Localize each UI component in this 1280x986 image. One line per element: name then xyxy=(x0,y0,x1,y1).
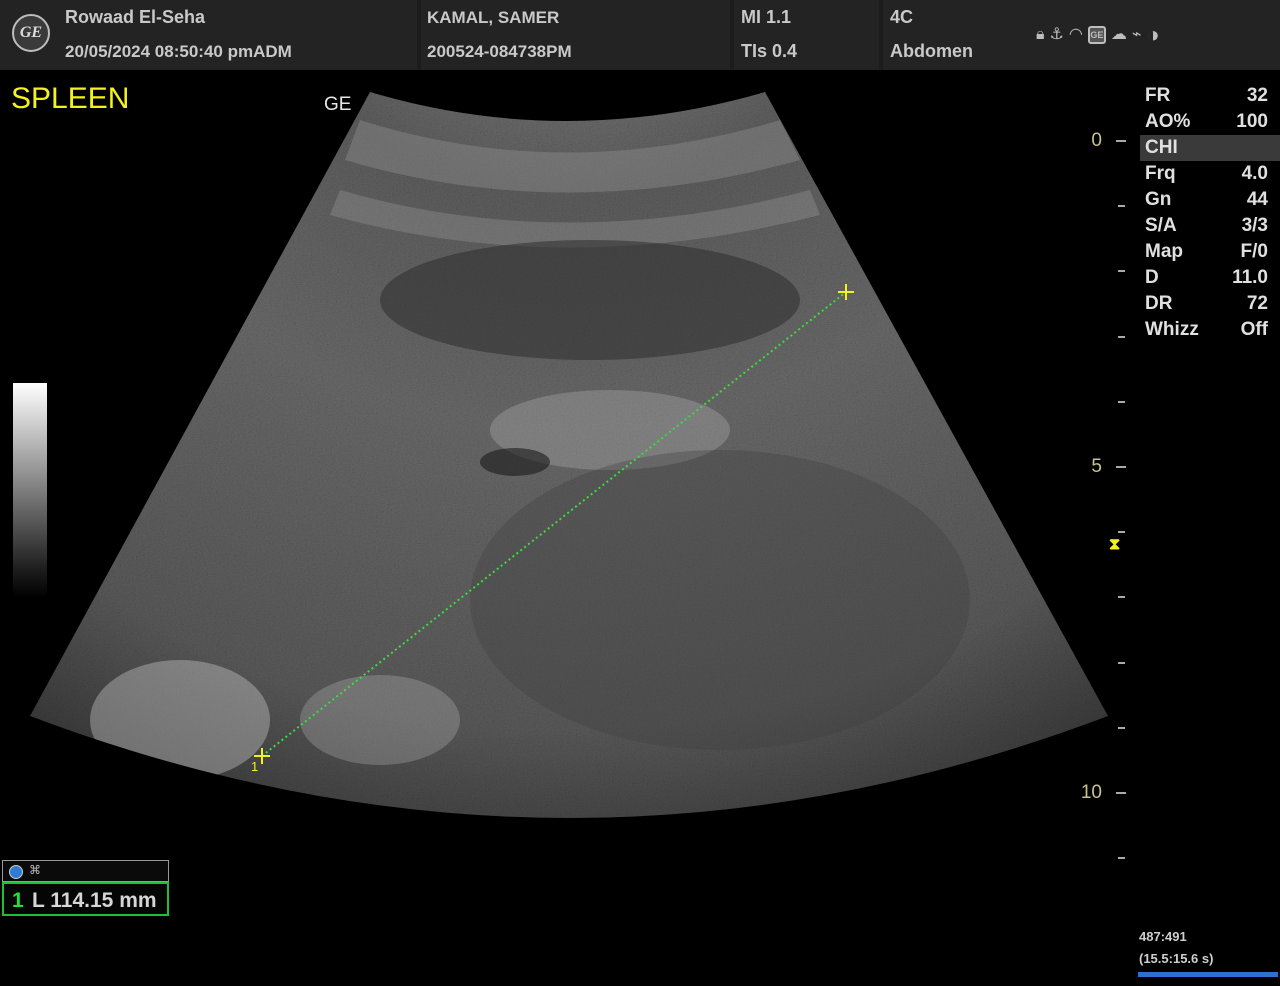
depth-tick xyxy=(1118,270,1125,273)
caliper-tool-icon[interactable]: ⌘ xyxy=(29,863,41,877)
param-row-gn: Gn 44 xyxy=(1140,187,1280,213)
measurement-index: 1 xyxy=(12,889,24,912)
depth-label-5: 5 xyxy=(1091,456,1102,477)
param-row-frq: Frq 4.0 xyxy=(1140,161,1280,187)
param-value: 72 xyxy=(1246,293,1268,314)
measurement-result-box[interactable]: 1 L 114.15 mm xyxy=(2,882,169,916)
param-row-ao: AO% 100 xyxy=(1140,109,1280,135)
depth-tick xyxy=(1116,466,1126,468)
param-row-dr: DR 72 xyxy=(1140,291,1280,317)
measurement-active-icon[interactable] xyxy=(9,865,23,879)
cine-time: (15.5:15.6 s) xyxy=(1139,951,1214,966)
param-value: 32 xyxy=(1246,85,1268,106)
param-row-map: Map F/0 xyxy=(1140,239,1280,265)
depth-label-0: 0 xyxy=(1091,130,1102,151)
depth-tick xyxy=(1118,400,1125,403)
ultrasound-image-area[interactable]: 1 SPLEEN GE 0 5 10 ⧗ FR 32 AO% 100 CHI Frq 4.0… xyxy=(0,0,1280,986)
param-row-d: D 11.0 xyxy=(1140,265,1280,291)
measurement-value: L 114.15 mm xyxy=(32,889,157,912)
depth-tick xyxy=(1118,335,1125,338)
param-key: Map xyxy=(1145,241,1183,262)
depth-label-10: 10 xyxy=(1080,782,1102,803)
param-key: D xyxy=(1145,267,1159,288)
param-value: Off xyxy=(1240,319,1268,340)
measurement-header: ⌘ xyxy=(2,860,169,882)
grayscale-bar xyxy=(13,383,47,598)
param-row-sa: S/A 3/3 xyxy=(1140,213,1280,239)
param-value: 44 xyxy=(1246,189,1268,210)
depth-tick xyxy=(1118,205,1125,208)
param-row-fr: FR 32 xyxy=(1140,83,1280,109)
param-key: Frq xyxy=(1145,163,1176,184)
param-key: Gn xyxy=(1145,189,1172,210)
param-value: 11.0 xyxy=(1232,267,1268,288)
caliper-index: 1 xyxy=(251,759,258,774)
param-row-chi: CHI xyxy=(1140,135,1280,161)
param-key: AO% xyxy=(1145,111,1191,132)
cine-frame-counter: 487:491 xyxy=(1139,929,1187,944)
parameter-panel: FR 32 AO% 100 CHI Frq 4.0 Gn 44 S/A 3/3 Map F/0 D 11.0… xyxy=(1140,83,1280,343)
param-value: 4.0 xyxy=(1241,163,1268,184)
param-value: 100 xyxy=(1236,111,1268,132)
param-value: 3/3 xyxy=(1241,215,1268,236)
depth-tick xyxy=(1118,661,1125,664)
param-key: Whizz xyxy=(1145,319,1199,340)
cine-progress-bar[interactable] xyxy=(1138,972,1278,977)
depth-tick xyxy=(1118,596,1125,599)
depth-tick xyxy=(1118,531,1125,534)
depth-tick xyxy=(1118,726,1125,729)
param-key: DR xyxy=(1145,293,1173,314)
param-key: FR xyxy=(1145,85,1171,106)
orientation-marker: GE xyxy=(324,94,352,115)
depth-tick xyxy=(1118,857,1125,860)
param-value: F/0 xyxy=(1240,241,1268,262)
depth-tick xyxy=(1116,792,1126,794)
param-key: S/A xyxy=(1145,215,1177,236)
depth-tick xyxy=(1116,140,1126,142)
param-key: CHI xyxy=(1145,137,1178,158)
focus-marker-icon[interactable]: ⧗ xyxy=(1109,536,1120,554)
param-row-whizz: Whizz Off xyxy=(1140,317,1280,343)
preset-label: SPLEEN xyxy=(11,82,130,115)
